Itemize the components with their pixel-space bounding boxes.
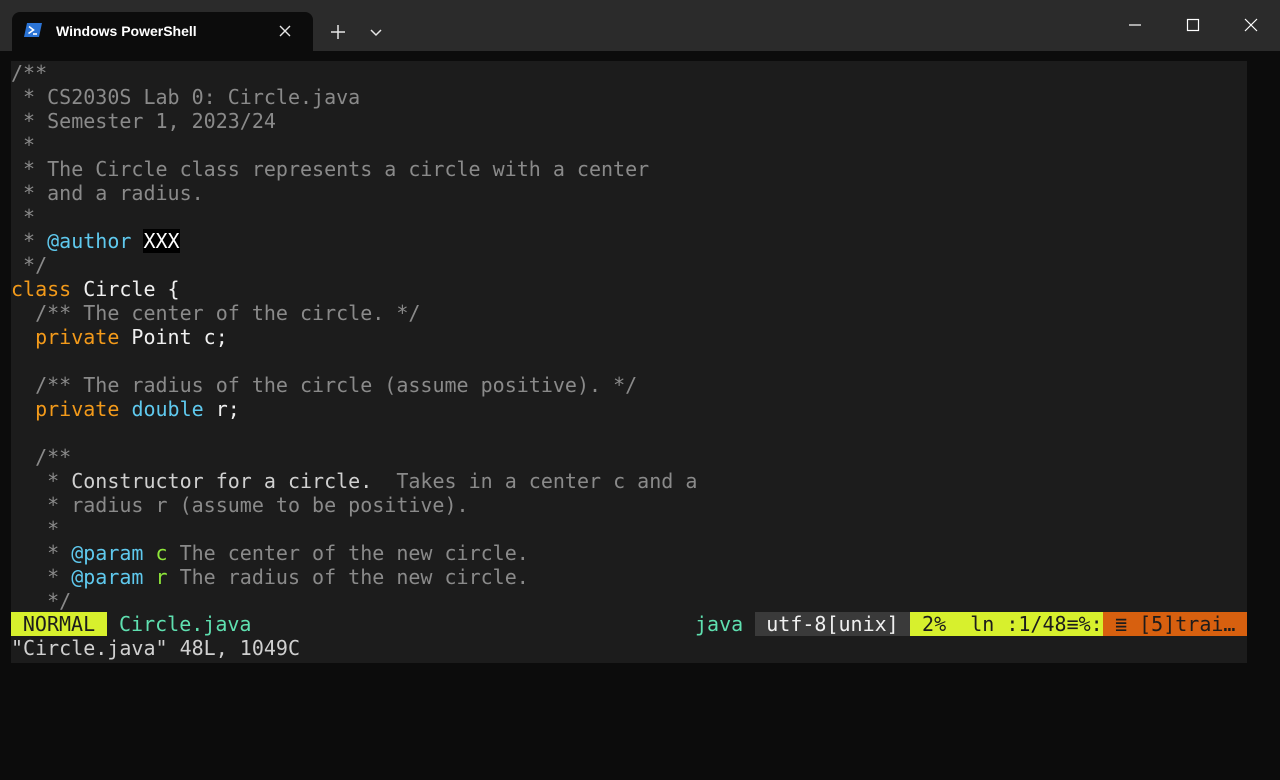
code-line[interactable]: * The Circle class represents a circle w… [11, 157, 697, 181]
status-warning: ≣ [5]trai… [1103, 612, 1247, 636]
status-line: NORMAL Circle.java java utf-8[unix] 2% l… [11, 612, 1247, 636]
code-line[interactable]: private Point c; [11, 325, 697, 349]
code-line[interactable]: * radius r (assume to be positive). [11, 493, 697, 517]
editor-pane[interactable]: /** * CS2030S Lab 0: Circle.java * Semes… [11, 61, 1247, 663]
code-line[interactable]: /** [11, 61, 697, 85]
terminal-area[interactable]: /** * CS2030S Lab 0: Circle.java * Semes… [0, 51, 1280, 690]
status-encoding: utf-8[unix] [755, 612, 910, 636]
code-line[interactable]: * [11, 133, 697, 157]
title-bar: Windows PowerShell [0, 0, 1280, 51]
code-line[interactable]: * @param r The radius of the new circle. [11, 565, 697, 589]
code-line[interactable] [11, 421, 697, 445]
close-window-icon[interactable] [1238, 12, 1264, 38]
code-line[interactable]: * Semester 1, 2023/24 [11, 109, 697, 133]
status-filename: Circle.java [119, 612, 252, 636]
status-position: 2% ln :1/48≡%:1 [910, 612, 1115, 636]
code-line[interactable]: * Constructor for a circle. Takes in a c… [11, 469, 697, 493]
code-line[interactable]: * CS2030S Lab 0: Circle.java [11, 85, 697, 109]
chevron-down-icon[interactable] [364, 20, 388, 44]
code-line[interactable]: */ [11, 253, 697, 277]
code-line[interactable] [11, 349, 697, 373]
code-line[interactable]: * [11, 205, 697, 229]
command-line[interactable]: "Circle.java" 48L, 1049C [11, 636, 1247, 660]
status-filetype: java [695, 612, 744, 636]
code-line[interactable]: private double r; [11, 397, 697, 421]
code-line[interactable]: * @author XXX [11, 229, 697, 253]
close-tab-icon[interactable] [274, 20, 296, 42]
code-line[interactable]: class Circle { [11, 277, 697, 301]
mode-indicator: NORMAL [11, 612, 107, 636]
tab-powershell[interactable]: Windows PowerShell [12, 12, 313, 51]
maximize-icon[interactable] [1180, 12, 1206, 38]
code-line[interactable]: /** The radius of the circle (assume pos… [11, 373, 697, 397]
code-line[interactable]: * [11, 517, 697, 541]
code-line[interactable]: /** [11, 445, 697, 469]
code-line[interactable]: /** The center of the circle. */ [11, 301, 697, 325]
code-line[interactable]: * and a radius. [11, 181, 697, 205]
powershell-icon [24, 23, 42, 37]
code-line[interactable]: */ [11, 589, 697, 613]
new-tab-icon[interactable] [326, 20, 350, 44]
minimize-icon[interactable] [1122, 12, 1148, 38]
code-buffer[interactable]: /** * CS2030S Lab 0: Circle.java * Semes… [11, 61, 697, 613]
tab-title: Windows PowerShell [56, 23, 197, 39]
code-line[interactable]: * @param c The center of the new circle. [11, 541, 697, 565]
